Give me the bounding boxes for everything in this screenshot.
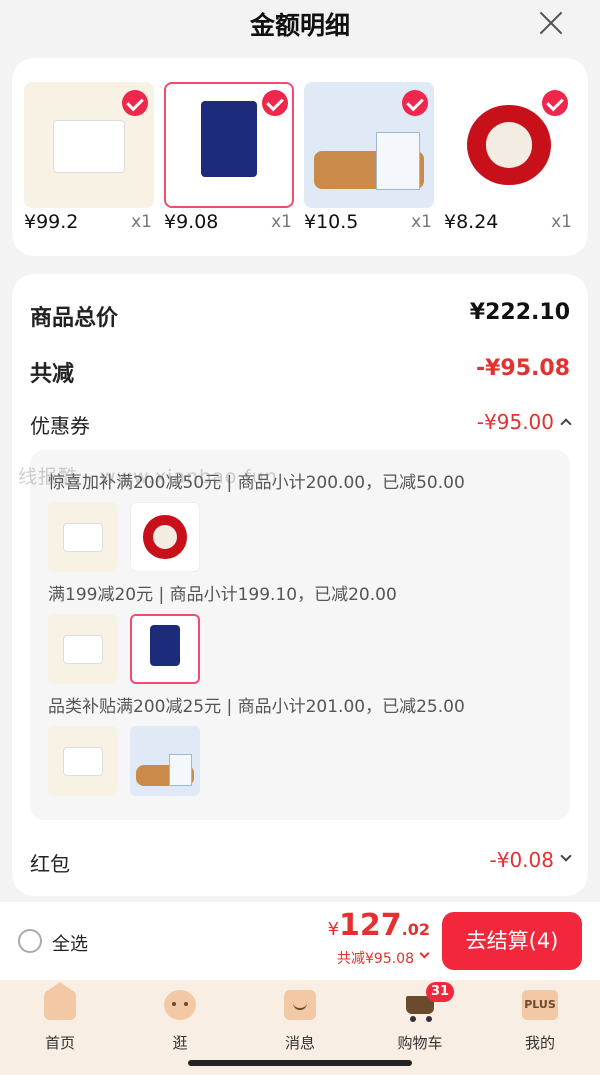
- product-quantity: x1: [551, 212, 572, 232]
- price-decimal: .02: [401, 920, 430, 939]
- total-price-value: ¥222.10: [469, 300, 570, 325]
- tab-label: 购物车: [397, 1034, 443, 1052]
- red-packet-value: -¥0.08: [489, 848, 554, 872]
- total-reduction-value: -¥95.08: [475, 356, 570, 381]
- tab-cart[interactable]: 31 购物车: [360, 982, 480, 1058]
- product-list: ¥99.2 x1 ¥9.08 x1 ¥10.5 x1 ¥8.24 x1: [24, 82, 584, 242]
- select-all-label[interactable]: 全选: [52, 930, 88, 956]
- message-icon: [284, 990, 316, 1020]
- product-price: ¥9.08: [164, 211, 219, 233]
- product-item[interactable]: ¥99.2 x1: [24, 82, 154, 242]
- plus-profile-icon: PLUS: [522, 990, 558, 1020]
- tab-browse[interactable]: 逛: [120, 988, 240, 1058]
- checkout-button[interactable]: 去结算(4): [442, 912, 582, 970]
- promo-line: 品类补贴满200减25元 | 商品小计201.00，已减25.00: [48, 697, 465, 717]
- watermark: 线报酷 - www.xianbao.fun: [18, 466, 278, 488]
- select-all-radio[interactable]: [18, 929, 42, 953]
- home-icon: [44, 982, 76, 1020]
- selected-products-card: ¥99.2 x1 ¥9.08 x1 ¥10.5 x1 ¥8.24 x1: [12, 58, 588, 256]
- tab-label: 消息: [284, 1034, 315, 1052]
- checkmark-icon[interactable]: [122, 90, 148, 116]
- product-quantity: x1: [131, 212, 152, 232]
- close-icon[interactable]: [538, 10, 564, 36]
- promo-line: 满199减20元 | 商品小计199.10，已减20.00: [48, 585, 397, 605]
- product-item[interactable]: ¥8.24 x1: [444, 82, 574, 242]
- cart-count-badge: 31: [426, 982, 455, 1002]
- promo-product-image: [48, 502, 118, 572]
- product-quantity: x1: [271, 212, 292, 232]
- red-packet-label: 红包: [30, 852, 70, 876]
- promo-product-image: [48, 726, 118, 796]
- tab-label: 我的: [524, 1034, 555, 1052]
- header: 金额明细: [0, 0, 600, 50]
- amount-summary-card: 商品总价 ¥222.10 共减 -¥95.08 优惠券 -¥95.00 惊喜加补…: [12, 274, 588, 896]
- reduction-summary[interactable]: 共减¥95.08: [337, 948, 414, 968]
- promo-product-image: [48, 614, 118, 684]
- checkmark-icon[interactable]: [262, 90, 288, 116]
- page-title: 金额明细: [249, 11, 350, 40]
- total-reduction-label: 共减: [30, 362, 75, 387]
- promo-product-image: [130, 726, 200, 796]
- product-item[interactable]: ¥10.5 x1: [304, 82, 434, 242]
- tab-label: 逛: [172, 1034, 188, 1052]
- checkmark-icon[interactable]: [542, 90, 568, 116]
- product-price: ¥99.2: [24, 211, 79, 233]
- promo-product-image: [130, 502, 200, 572]
- browse-icon: [164, 990, 196, 1020]
- coupon-value: -¥95.00: [476, 410, 554, 434]
- checkmark-icon[interactable]: [402, 90, 428, 116]
- currency-symbol: ¥: [327, 919, 340, 940]
- product-price: ¥10.5: [304, 211, 359, 233]
- tab-profile[interactable]: PLUS 我的: [480, 988, 600, 1058]
- coupon-details: 惊喜加补满200减50元 | 商品小计200.00，已减50.00 满199减2…: [30, 450, 570, 820]
- tab-label: 首页: [44, 1034, 75, 1052]
- chevron-down-icon[interactable]: [419, 948, 430, 959]
- price-integer: 127: [339, 908, 402, 943]
- tab-home[interactable]: 首页: [0, 982, 120, 1058]
- product-item[interactable]: ¥9.08 x1: [164, 82, 294, 242]
- checkout-bar: 全选 ¥127.02 共减¥95.08 去结算(4): [0, 902, 600, 980]
- total-price-label: 商品总价: [30, 306, 119, 331]
- promo-product-image: [130, 614, 200, 684]
- payable-amount: ¥127.02: [328, 908, 430, 943]
- home-indicator: [188, 1060, 412, 1066]
- coupon-label: 优惠券: [30, 414, 90, 438]
- product-quantity: x1: [411, 212, 432, 232]
- tab-messages[interactable]: 消息: [240, 988, 360, 1058]
- product-price: ¥8.24: [444, 211, 499, 233]
